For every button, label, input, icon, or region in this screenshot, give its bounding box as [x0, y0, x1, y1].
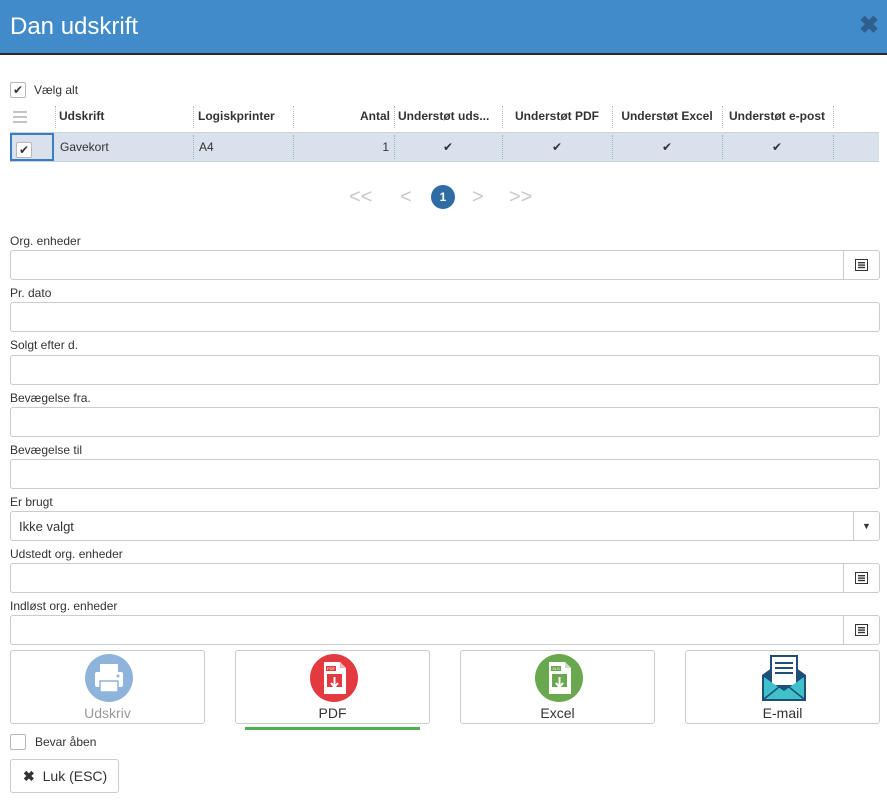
udskriv-label: Udskriv: [84, 705, 131, 721]
pager-last[interactable]: >>: [509, 186, 532, 208]
pager-current-page[interactable]: 1: [431, 185, 455, 209]
indlost-org-label: Indløst org. enheder: [10, 599, 118, 613]
col-header-understot-pdf[interactable]: Understøt PDF: [502, 104, 612, 130]
cell-logiskprinter: A4: [199, 140, 214, 154]
cell-understot-epost: ✔: [771, 140, 783, 154]
pdf-label: PDF: [318, 705, 347, 721]
dialog-title: Dan udskrift: [10, 13, 139, 40]
pdf-button[interactable]: PDF PDF: [235, 650, 430, 724]
svg-text:XLS: XLS: [552, 666, 560, 671]
er-brugt-select[interactable]: Ikke valgt ▼: [10, 511, 880, 541]
cell-udskrift: Gavekort: [60, 140, 109, 154]
cell-understot-pdf: ✔: [551, 140, 563, 154]
pr-dato-label: Pr. dato: [10, 286, 52, 300]
pdf-icon: PDF: [310, 654, 358, 702]
col-header-understot-uds[interactable]: Understøt uds...: [394, 104, 502, 130]
excel-button[interactable]: XLS Excel: [460, 650, 655, 724]
svg-text:PDF: PDF: [327, 666, 336, 671]
keep-open-checkbox[interactable]: [10, 734, 26, 750]
bevaegelse-fra-field[interactable]: [10, 407, 880, 437]
row-checkbox[interactable]: ✔: [16, 142, 32, 158]
email-icon: [762, 655, 806, 701]
indlost-org-lookup-button[interactable]: [843, 616, 879, 644]
pager-first[interactable]: <<: [349, 186, 372, 208]
cell-understot-uds: ✔: [442, 140, 454, 154]
col-header-understot-epost[interactable]: Understøt e-post: [722, 104, 832, 130]
list-icon: [855, 259, 868, 271]
udstedt-org-field[interactable]: [10, 563, 880, 593]
cell-antal: 1: [382, 140, 389, 154]
er-brugt-value: Ikke valgt: [19, 519, 74, 534]
excel-icon: XLS: [535, 654, 583, 702]
pager-prev[interactable]: <: [400, 186, 412, 208]
grid-header: Udskrift Logiskprinter Antal Understøt u…: [10, 104, 879, 130]
solgt-efter-field[interactable]: [10, 355, 880, 385]
printer-icon: [85, 654, 133, 702]
org-enheder-label: Org. enheder: [10, 234, 81, 248]
select-all-checkbox[interactable]: ✔: [10, 82, 26, 98]
er-brugt-label: Er brugt: [10, 495, 53, 509]
bevaegelse-fra-label: Bevægelse fra.: [10, 391, 91, 405]
keep-open-label: Bevar åben: [35, 735, 97, 749]
cell-understot-excel: ✔: [661, 140, 673, 154]
col-header-antal[interactable]: Antal: [294, 104, 394, 130]
udstedt-org-lookup-button[interactable]: [843, 564, 879, 592]
select-all-label: Vælg alt: [34, 83, 79, 97]
close-button-label: Luk (ESC): [42, 768, 108, 784]
org-enheder-field[interactable]: [10, 250, 880, 280]
col-header-logiskprinter[interactable]: Logiskprinter: [194, 104, 294, 130]
udskriv-button[interactable]: Udskriv: [10, 650, 205, 724]
indlost-org-field[interactable]: [10, 615, 880, 645]
col-header-understot-excel[interactable]: Understøt Excel: [612, 104, 722, 130]
list-icon: [855, 572, 868, 584]
report-grid: Udskrift Logiskprinter Antal Understøt u…: [10, 104, 879, 162]
pager-next[interactable]: >: [472, 186, 484, 208]
list-icon: [855, 624, 868, 636]
column-menu-icon[interactable]: [13, 111, 27, 123]
bevaegelse-til-label: Bevægelse til: [10, 443, 83, 457]
col-header-udskrift[interactable]: Udskrift: [55, 104, 193, 130]
email-label: E-mail: [762, 705, 803, 721]
excel-label: Excel: [540, 705, 575, 721]
pr-dato-field[interactable]: [10, 302, 880, 332]
chevron-down-icon[interactable]: ▼: [853, 512, 879, 540]
table-row[interactable]: ✔ Gavekort A4 1 ✔ ✔ ✔ ✔: [10, 132, 879, 162]
bevaegelse-til-field[interactable]: [10, 459, 880, 489]
close-button[interactable]: ✖ Luk (ESC): [10, 759, 119, 793]
close-icon[interactable]: ✖: [859, 14, 879, 38]
pdf-selected-indicator: [245, 727, 420, 730]
email-button[interactable]: E-mail: [685, 650, 880, 724]
org-enheder-lookup-button[interactable]: [843, 251, 879, 279]
dialog-titlebar: Dan udskrift ✖: [0, 0, 887, 55]
solgt-efter-label: Solgt efter d.: [10, 338, 79, 352]
udstedt-org-label: Udstedt org. enheder: [10, 547, 123, 561]
close-icon: ✖: [23, 768, 35, 784]
row-select-cell[interactable]: ✔: [10, 133, 54, 161]
